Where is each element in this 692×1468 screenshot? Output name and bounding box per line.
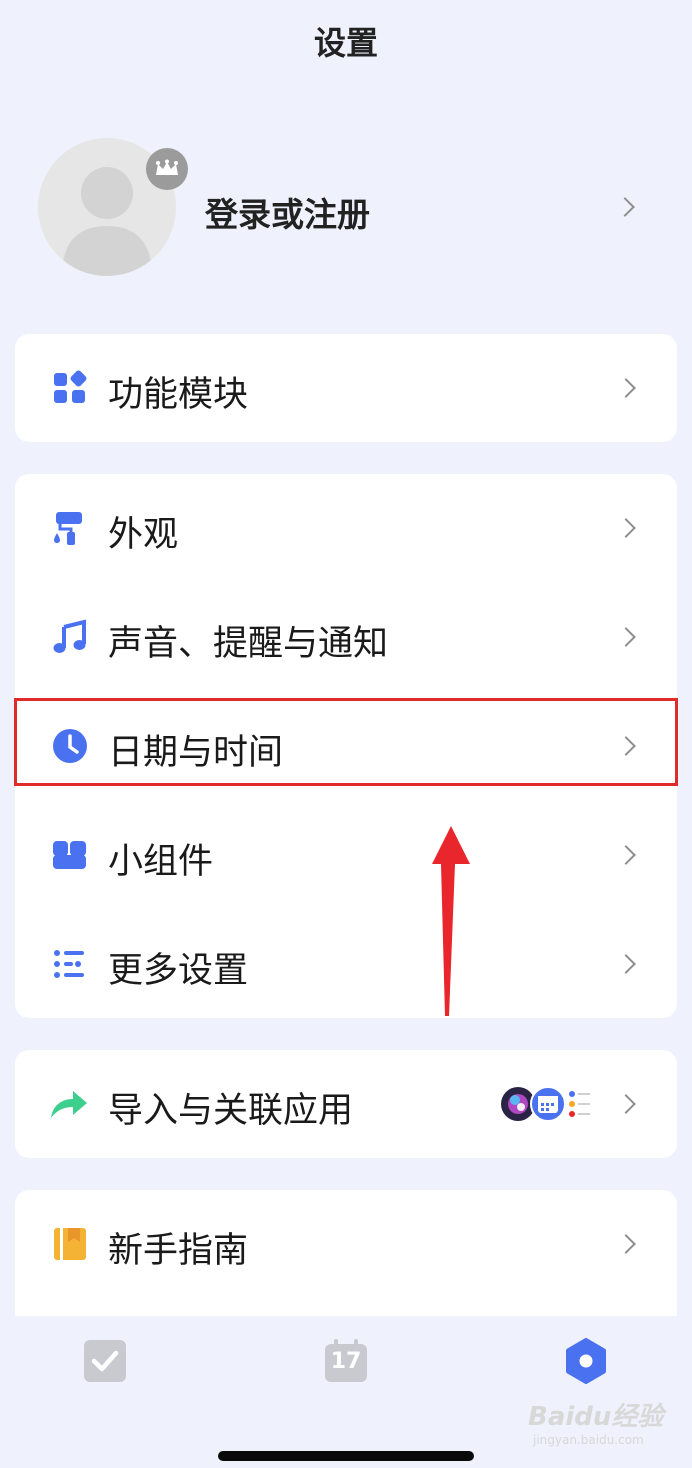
highlight-box	[14, 698, 678, 786]
row-appearance-label: 外观	[108, 515, 179, 555]
chevron-right-icon	[615, 197, 635, 217]
row-import-label: 导入与关联应用	[108, 1091, 354, 1131]
chevron-right-icon	[616, 378, 636, 398]
calendar-tab[interactable]: 17	[323, 1338, 369, 1384]
vip-crown-icon	[146, 148, 188, 190]
settings-card-import: 导入与关联应用	[15, 1050, 677, 1158]
row-guide-label: 新手指南	[108, 1231, 249, 1271]
settings-hexagon-icon[interactable]	[563, 1338, 609, 1384]
watermark-url: jingyan.baidu.com	[533, 1433, 644, 1447]
chevron-right-icon	[616, 1234, 636, 1254]
chevron-right-icon	[616, 1094, 636, 1114]
task-check-icon[interactable]	[82, 1338, 128, 1384]
row-more-settings[interactable]: 更多设置	[15, 910, 677, 1018]
row-widgets-label: 小组件	[108, 842, 214, 882]
settings-card-guide: 新手指南	[15, 1190, 677, 1330]
row-import[interactable]: 导入与关联应用	[15, 1050, 677, 1158]
widgets-icon	[53, 841, 86, 869]
chevron-right-icon	[616, 954, 636, 974]
chevron-right-icon	[616, 845, 636, 865]
chevron-right-icon	[616, 627, 636, 647]
share-arrow-icon	[51, 1091, 87, 1118]
login-label: 登录或注册	[205, 195, 370, 234]
music-note-icon	[53, 619, 86, 653]
row-modules[interactable]: 功能模块	[15, 334, 677, 442]
chevron-right-icon	[616, 518, 636, 538]
watermark-brand: Baidu经验	[528, 1402, 664, 1432]
page-title: 设置	[313, 24, 378, 62]
paint-roller-icon	[54, 512, 82, 545]
list-settings-icon	[54, 950, 84, 978]
guide-book-icon	[54, 1228, 86, 1260]
login-row[interactable]: 登录或注册	[0, 130, 692, 280]
row-more-settings-label: 更多设置	[108, 951, 249, 991]
row-sound-label: 声音、提醒与通知	[108, 624, 389, 664]
row-sound[interactable]: 声音、提醒与通知	[15, 583, 677, 691]
home-indicator[interactable]	[218, 1451, 474, 1461]
calendar-day-label: 17	[330, 1349, 362, 1374]
row-guide[interactable]: 新手指南	[15, 1190, 677, 1298]
row-widgets[interactable]: 小组件	[15, 801, 677, 909]
linked-apps-icons	[501, 1086, 590, 1122]
row-modules-label: 功能模块	[108, 375, 249, 415]
modules-grid-icon	[54, 370, 87, 403]
row-appearance[interactable]: 外观	[15, 474, 677, 582]
settings-card-modules: 功能模块	[15, 334, 677, 442]
